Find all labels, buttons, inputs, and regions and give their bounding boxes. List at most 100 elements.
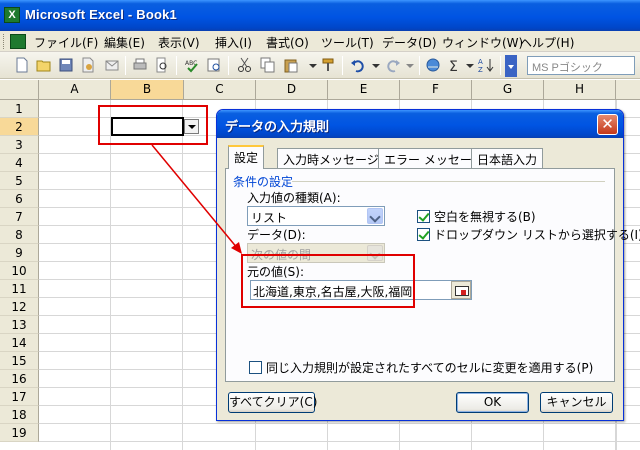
svg-text:Z: Z [478,66,483,73]
ignore-blank-checkbox[interactable] [417,210,430,223]
annotation-highlight-source [241,254,415,308]
menu-view[interactable]: 表示(V) [158,34,200,51]
ok-button[interactable]: OK [456,392,529,413]
menu-file[interactable]: ファイル(F) [34,34,98,51]
column-header-f[interactable]: F [400,80,472,100]
redo-dropdown-icon[interactable] [402,57,418,73]
title-bar: X Microsoft Excel - Book1 [0,0,640,31]
paste-icon[interactable] [283,57,299,73]
data-label: データ(D): [247,228,306,242]
menu-format[interactable]: 書式(O) [266,34,309,51]
row-header-4[interactable]: 4 [0,154,39,172]
allow-label: 入力値の種類(A): [247,191,341,205]
toolbar-options-icon[interactable] [505,55,517,77]
row-header-9[interactable]: 9 [0,244,39,262]
undo-icon[interactable] [350,57,366,73]
format-painter-icon[interactable] [320,57,336,73]
row-header-14[interactable]: 14 [0,334,39,352]
row-header-15[interactable]: 15 [0,352,39,370]
autosum-icon[interactable]: Σ [447,57,463,73]
apply-all-label: 同じ入力規則が設定されたすべてのセルに変更を適用する(P) [266,361,594,375]
dialog-title-bar[interactable]: データの入力規則 ✕ [217,110,623,138]
research-icon[interactable] [206,57,222,73]
row-header-5[interactable]: 5 [0,172,39,190]
grid-row-line [39,423,640,424]
row-header-6[interactable]: 6 [0,190,39,208]
redo-icon[interactable] [385,57,401,73]
row-header-1[interactable]: 1 [0,100,39,118]
copy-icon[interactable] [260,57,276,73]
hyperlink-icon[interactable] [425,57,441,73]
print-icon[interactable] [132,57,148,73]
row-header-16[interactable]: 16 [0,370,39,388]
row-header-12[interactable]: 12 [0,298,39,316]
window-title: Microsoft Excel - Book1 [25,7,177,22]
spelling-icon[interactable]: ABC [184,57,200,73]
menu-edit[interactable]: 編集(E) [104,34,145,51]
standard-toolbar: ABC Σ AZ MS Pゴシック [0,52,640,79]
email-icon[interactable] [104,57,120,73]
svg-text:A: A [478,58,483,66]
dialog-title: データの入力規則 [225,120,330,135]
cancel-button[interactable]: キャンセル [540,392,613,413]
menu-window[interactable]: ウィンドウ(W) [442,34,523,51]
allow-combo[interactable]: リスト [247,206,385,226]
select-all-corner[interactable] [0,80,39,100]
font-name-combo[interactable]: MS Pゴシック [527,56,635,75]
column-header-d[interactable]: D [256,80,328,100]
paste-dropdown-icon[interactable] [305,57,321,73]
new-icon[interactable] [14,57,30,73]
data-validation-dialog: データの入力規則 ✕ 設定 入力時メッセージ エラー メッセージ 日本語入力 条… [216,109,640,421]
row-header-11[interactable]: 11 [0,280,39,298]
row-header-10[interactable]: 10 [0,262,39,280]
toolbar-separator [500,56,501,75]
column-header-g[interactable]: G [472,80,544,100]
undo-dropdown-icon[interactable] [368,57,384,73]
tab-settings[interactable]: 設定 [228,145,265,169]
menu-help[interactable]: ヘルプ(H) [520,34,574,51]
column-header-h[interactable]: H [544,80,616,100]
column-header-e[interactable]: E [328,80,400,100]
toolbar-separator [125,56,126,75]
column-header-partial[interactable] [616,80,640,100]
column-header-b[interactable]: B [111,80,184,100]
menu-data[interactable]: データ(D) [382,34,437,51]
row-header-3[interactable]: 3 [0,136,39,154]
row-header-18[interactable]: 18 [0,406,39,424]
in-cell-dropdown-checkbox[interactable] [417,228,430,241]
sort-icon[interactable]: AZ [478,57,494,73]
open-icon[interactable] [36,57,52,73]
toolbar-separator [228,56,229,75]
menu-grip[interactable] [3,34,6,49]
save-icon[interactable] [58,57,74,73]
excel-app-icon[interactable]: X [4,7,20,23]
toolbar-separator [342,56,343,75]
clear-all-button[interactable]: すべてクリア(C) [228,392,317,413]
row-header-17[interactable]: 17 [0,388,39,406]
annotation-highlight-cell [98,105,208,145]
row-header-13[interactable]: 13 [0,316,39,334]
chevron-down-icon[interactable] [367,208,383,224]
permission-icon[interactable] [80,57,96,73]
print-preview-icon[interactable] [154,57,170,73]
autosum-dropdown-icon[interactable] [462,57,478,73]
collapse-dialog-icon[interactable] [451,281,471,299]
menu-bar: ファイル(F) 編集(E) 表示(V) 挿入(I) 書式(O) ツール(T) デ… [0,31,640,52]
apply-all-checkbox[interactable] [249,361,262,374]
menu-insert[interactable]: 挿入(I) [215,34,252,51]
row-header-7[interactable]: 7 [0,208,39,226]
row-header-19[interactable]: 19 [0,424,39,442]
row-header-2[interactable]: 2 [0,118,39,136]
column-header-a[interactable]: A [39,80,111,100]
menu-tools[interactable]: ツール(T) [321,34,374,51]
tab-input-message[interactable]: 入力時メッセージ [277,148,385,168]
tab-ime-mode[interactable]: 日本語入力 [471,148,544,168]
close-icon[interactable]: ✕ [597,114,618,135]
ignore-blank-label: 空白を無視する(B) [434,210,536,224]
workbook-icon[interactable] [10,34,26,49]
grid-row-line [39,441,640,442]
cut-icon[interactable] [237,57,253,73]
column-header-c[interactable]: C [184,80,256,100]
row-header-8[interactable]: 8 [0,226,39,244]
toolbar-separator [176,56,177,75]
